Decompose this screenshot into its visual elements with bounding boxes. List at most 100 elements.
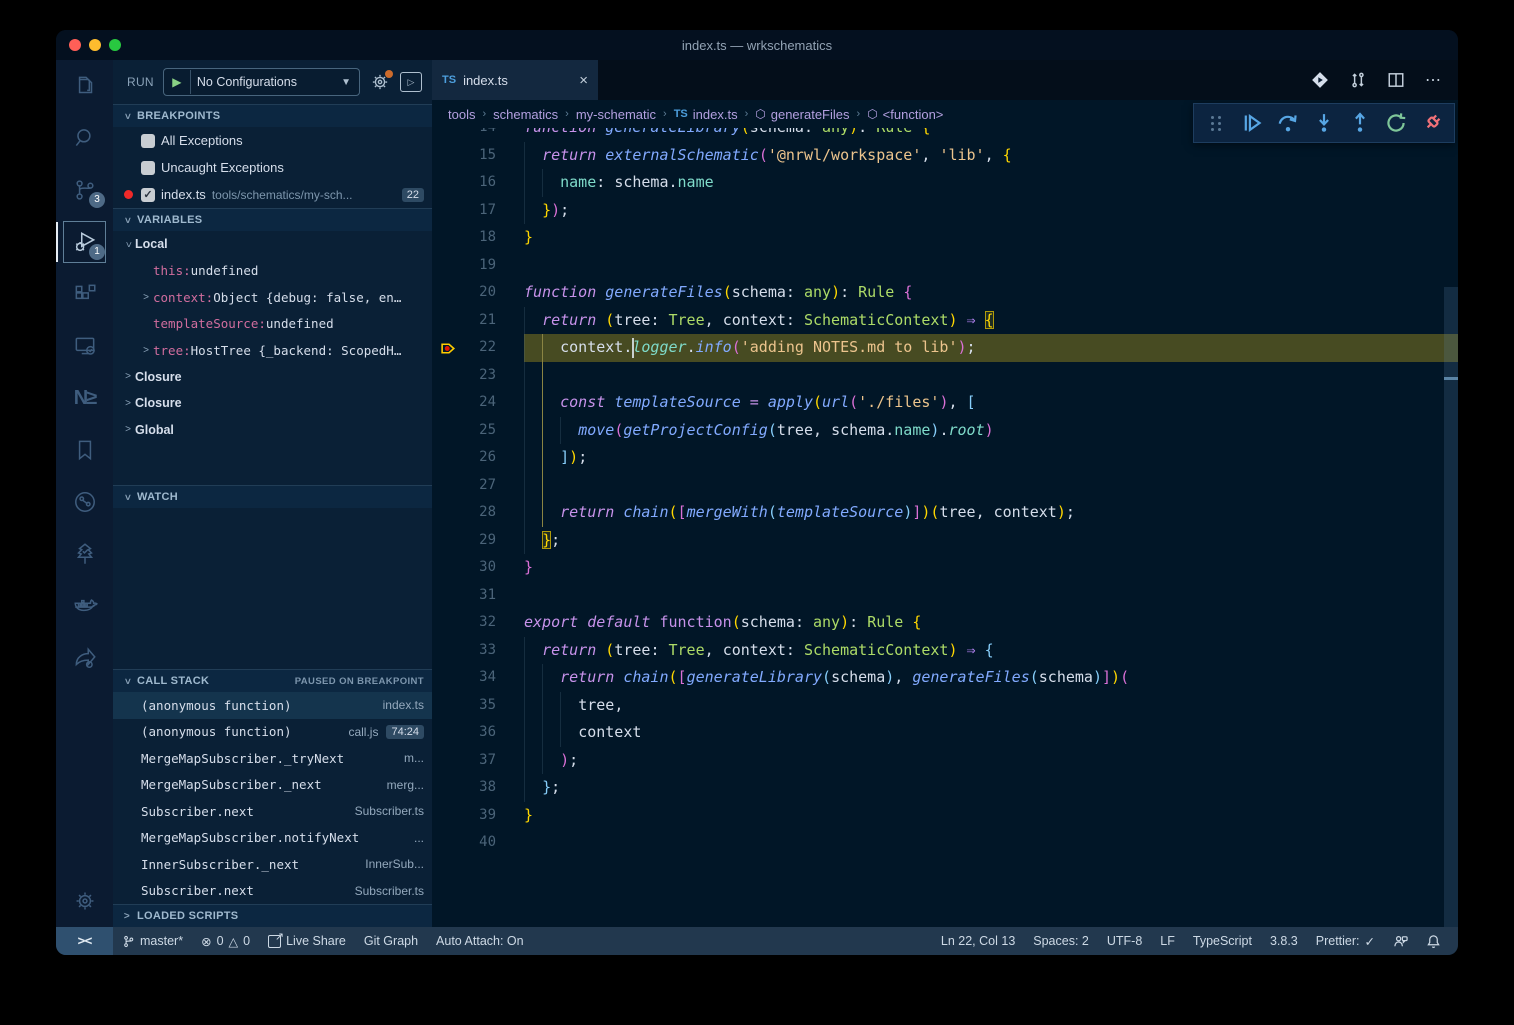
sidebar-item-live-share[interactable]: [56, 632, 113, 684]
gutter[interactable]: 21: [432, 307, 524, 335]
gutter[interactable]: 18: [432, 224, 524, 252]
checkbox[interactable]: [141, 134, 155, 148]
code-line-29[interactable]: 29 };: [432, 527, 1458, 555]
step-over-button[interactable]: [1274, 109, 1302, 137]
notifications-button[interactable]: [1417, 927, 1450, 955]
launch-configuration-dropdown[interactable]: ▶ No Configurations ▼: [163, 68, 360, 96]
breadcrumb-item[interactable]: tools: [448, 107, 475, 122]
typescript-version-status[interactable]: 3.8.3: [1261, 927, 1307, 955]
sidebar-item-test-explorer[interactable]: [56, 528, 113, 580]
toolbar-drag-handle[interactable]: [1202, 109, 1230, 137]
auto-attach-status[interactable]: Auto Attach: On: [427, 927, 533, 955]
variable-scope-row[interactable]: >Local: [113, 231, 432, 258]
gutter[interactable]: 25: [432, 417, 524, 445]
code-line-16[interactable]: 16 name: schema.name: [432, 169, 1458, 197]
loaded-scripts-section-header[interactable]: > LOADED SCRIPTS: [113, 904, 432, 927]
disconnect-button[interactable]: [1418, 109, 1446, 137]
breadcrumb-item[interactable]: TSindex.ts: [674, 107, 738, 122]
gutter[interactable]: 19: [432, 252, 524, 280]
gutter[interactable]: 15: [432, 142, 524, 170]
call-stack-frame[interactable]: (anonymous function)call.js74:24: [113, 719, 432, 746]
gutter[interactable]: 38: [432, 774, 524, 802]
code-line-37[interactable]: 37 );: [432, 747, 1458, 775]
tab-index-ts[interactable]: TS index.ts ×: [432, 60, 598, 100]
open-changes-icon[interactable]: [1311, 71, 1329, 89]
variable-row[interactable]: >context: Object {debug: false, en…: [113, 284, 432, 311]
gutter[interactable]: 16: [432, 169, 524, 197]
maximize-window-icon[interactable]: [109, 39, 121, 51]
configure-gear-button[interactable]: [369, 71, 391, 93]
compare-changes-icon[interactable]: [1349, 71, 1367, 89]
code-line-32[interactable]: 32export default function(schema: any): …: [432, 609, 1458, 637]
code-line-24[interactable]: 24 const templateSource = apply(url('./f…: [432, 389, 1458, 417]
gutter[interactable]: 30: [432, 554, 524, 582]
code-line-21[interactable]: 21 return (tree: Tree, context: Schemati…: [432, 307, 1458, 335]
encoding-status[interactable]: UTF-8: [1098, 927, 1151, 955]
checkbox[interactable]: ✓: [141, 188, 155, 202]
gutter[interactable]: 22: [432, 334, 524, 362]
gutter[interactable]: 34: [432, 664, 524, 692]
breakpoint-row[interactable]: Uncaught Exceptions: [113, 154, 432, 181]
code-line-23[interactable]: 23: [432, 362, 1458, 390]
gutter[interactable]: 39: [432, 802, 524, 830]
variable-scope-row[interactable]: >Closure: [113, 364, 432, 391]
problems-status[interactable]: ⊗0 △0: [192, 927, 259, 955]
sidebar-item-run-and-debug[interactable]: 1: [56, 216, 113, 268]
code-line-27[interactable]: 27: [432, 472, 1458, 500]
language-mode-status[interactable]: TypeScript: [1184, 927, 1261, 955]
feedback-button[interactable]: [1384, 927, 1417, 955]
code-line-17[interactable]: 17 });: [432, 197, 1458, 225]
call-stack-frame[interactable]: InnerSubscriber._nextInnerSub...: [113, 851, 432, 878]
gutter[interactable]: 20: [432, 279, 524, 307]
gutter[interactable]: 24: [432, 389, 524, 417]
sidebar-item-bookmarks[interactable]: [56, 424, 113, 476]
breadcrumb-item[interactable]: ⬡generateFiles: [755, 107, 849, 122]
scrollbar[interactable]: [1444, 100, 1458, 927]
git-graph-status[interactable]: Git Graph: [355, 927, 427, 955]
sidebar-item-source-control[interactable]: 3: [56, 164, 113, 216]
sidebar-item-remote-explorer[interactable]: [56, 320, 113, 372]
gutter[interactable]: 23: [432, 362, 524, 390]
scrollbar-slider[interactable]: [1444, 287, 1458, 927]
gutter[interactable]: 40: [432, 829, 524, 857]
code-line-39[interactable]: 39}: [432, 802, 1458, 830]
code-line-40[interactable]: 40: [432, 829, 1458, 857]
indentation-status[interactable]: Spaces: 2: [1024, 927, 1098, 955]
code-line-26[interactable]: 26 ]);: [432, 444, 1458, 472]
watch-section-header[interactable]: > WATCH: [113, 485, 432, 508]
gutter[interactable]: 27: [432, 472, 524, 500]
variable-scope-row[interactable]: >Global: [113, 417, 432, 444]
call-stack-frame[interactable]: Subscriber.nextSubscriber.ts: [113, 878, 432, 905]
eol-status[interactable]: LF: [1151, 927, 1184, 955]
variable-row[interactable]: templateSource: undefined: [113, 311, 432, 338]
checkbox[interactable]: [141, 161, 155, 175]
prettier-status[interactable]: Prettier: ✓: [1307, 927, 1384, 955]
breadcrumb-item[interactable]: schematics: [493, 107, 558, 122]
gutter[interactable]: 37: [432, 747, 524, 775]
code-line-20[interactable]: 20function generateFiles(schema: any): R…: [432, 279, 1458, 307]
start-debugging-icon[interactable]: ▶: [164, 70, 191, 94]
call-stack-frame[interactable]: MergeMapSubscriber._nextmerg...: [113, 772, 432, 799]
breadcrumb-item[interactable]: my-schematic: [576, 107, 656, 122]
code-line-25[interactable]: 25 move(getProjectConfig(tree, schema.na…: [432, 417, 1458, 445]
code-line-36[interactable]: 36 context: [432, 719, 1458, 747]
step-into-button[interactable]: [1310, 109, 1338, 137]
gutter[interactable]: 35: [432, 692, 524, 720]
restart-button[interactable]: [1382, 109, 1410, 137]
variable-scope-row[interactable]: >Closure: [113, 390, 432, 417]
variable-row[interactable]: this: undefined: [113, 258, 432, 285]
gutter[interactable]: 17: [432, 197, 524, 225]
breakpoint-row[interactable]: All Exceptions: [113, 127, 432, 154]
code-line-28[interactable]: 28 return chain([mergeWith(templateSourc…: [432, 499, 1458, 527]
git-branch-status[interactable]: master*: [113, 927, 192, 955]
call-stack-frame[interactable]: MergeMapSubscriber.notifyNext...: [113, 825, 432, 852]
gutter[interactable]: 28: [432, 499, 524, 527]
code-line-19[interactable]: 19: [432, 252, 1458, 280]
breakpoint-row[interactable]: ✓index.tstools/schematics/my-sch...22: [113, 181, 432, 208]
split-editor-icon[interactable]: [1387, 71, 1405, 89]
gutter[interactable]: 36: [432, 719, 524, 747]
code-line-15[interactable]: 15 return externalSchematic('@nrwl/works…: [432, 142, 1458, 170]
sidebar-item-git-history[interactable]: [56, 476, 113, 528]
gutter[interactable]: 26: [432, 444, 524, 472]
variable-row[interactable]: >tree: HostTree {_backend: ScopedH…: [113, 337, 432, 364]
